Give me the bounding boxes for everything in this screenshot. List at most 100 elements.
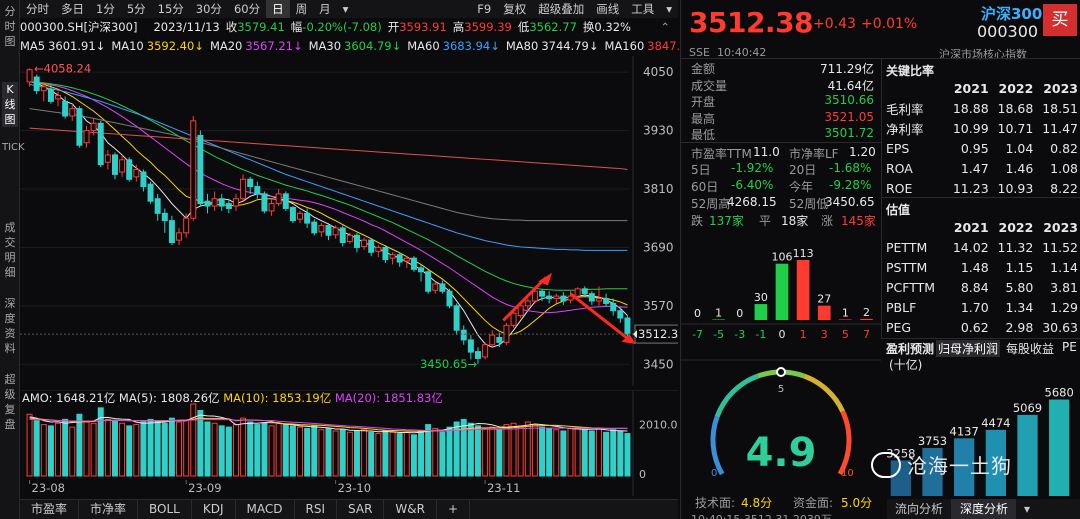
nav-fenshi[interactable]: 分时图 <box>2 4 18 49</box>
period-week[interactable]: 周 <box>290 0 314 18</box>
candle-body <box>26 69 33 83</box>
price-change: +0.43 <box>813 16 856 32</box>
close-label: 收 <box>225 19 238 34</box>
ratios-row: 净利率 10.99 10.71 11.47 <box>886 118 1078 138</box>
forecast-tab-profit[interactable]: 盈利预测 <box>886 340 934 357</box>
tab-flow-analysis[interactable]: 流向分析 <box>887 499 953 519</box>
amo-bar <box>240 417 247 477</box>
valuation-cell: 1.48 <box>960 259 989 275</box>
x-tick-label: 23-11 <box>487 481 520 495</box>
draw-line-button[interactable]: 画线 <box>590 0 625 18</box>
dist-category-label: 3 <box>821 328 828 341</box>
dist-bar <box>860 318 873 320</box>
chevron-up-icon[interactable]: ⌃ <box>660 20 670 34</box>
stat-value: 3501.72 <box>824 126 874 140</box>
forecast-tab-pe[interactable]: PE <box>1062 340 1077 357</box>
ratios-grid: 2021 2022 2023 毛利率 18.88 18.68 18.51 净利率 10.99 10… <box>886 78 1078 198</box>
amo-bar <box>275 422 282 477</box>
ratios-cell: 10.93 <box>997 180 1034 196</box>
tab-kdj[interactable]: KDJ <box>192 500 236 519</box>
candle-body <box>225 203 232 209</box>
valuation-row-label: PETTM <box>886 239 928 255</box>
candle-body <box>261 193 268 212</box>
amo-bar <box>218 425 225 477</box>
tab-rsi[interactable]: RSI <box>295 500 338 519</box>
gauge-arc <box>710 415 725 476</box>
forecast-bar <box>1017 414 1038 496</box>
nav-trade-detail[interactable]: 成交明细 <box>2 220 18 280</box>
fall-count: 137家 <box>709 214 744 228</box>
period-1min[interactable]: 1分 <box>90 0 121 18</box>
ma5-label: MA5 <box>20 38 46 53</box>
candle-body <box>55 95 62 100</box>
period-multiday[interactable]: 多日 <box>55 0 90 18</box>
period-fenshi[interactable]: 分时 <box>20 0 55 18</box>
right-panel: 3512.38 +0.43 +0.01% 沪深300 000300 买 SSE … <box>680 0 1080 519</box>
gauge-arc <box>837 410 852 476</box>
forecast-tab-net-profit[interactable]: 归母净利润 <box>936 340 1001 357</box>
forecast-tab-eps[interactable]: 每股收益 <box>1006 340 1054 357</box>
ratios-table: 2021 2022 2023 毛利率 18.88 18.68 18.51 净利率 10.99 10… <box>886 78 1078 198</box>
ma10-label: MA10 <box>111 38 144 53</box>
candle-body <box>275 193 282 205</box>
tools-button[interactable]: 工具 <box>625 0 660 18</box>
kline-chart[interactable]: 4050 3930 3810 3690 3570 3450 ←4058.24 3450.65→… <box>20 56 678 386</box>
candle-body <box>154 198 161 214</box>
current-price: 3512.38 <box>689 6 814 39</box>
y-tick-label: 3570 <box>643 299 674 313</box>
candle-body <box>624 317 631 335</box>
candle-body <box>147 183 154 202</box>
amo-bar <box>346 431 353 477</box>
period-60min[interactable]: 60分 <box>228 0 266 18</box>
add-tab-button[interactable]: + <box>437 500 471 519</box>
d60-value: -6.40% <box>731 178 774 192</box>
chevron-down-icon[interactable]: ▾ <box>1016 499 1038 519</box>
tools-dropdown[interactable]: ▾ <box>660 0 678 18</box>
candle-body <box>574 288 581 297</box>
nav-kline[interactable]: K线图 <box>2 82 18 127</box>
period-month[interactable]: 月 <box>313 0 337 18</box>
tab-depth-analysis[interactable]: 深度分析 <box>952 499 1017 519</box>
tab-sar[interactable]: SAR <box>337 500 385 519</box>
tab-pe[interactable]: 市盈率 <box>20 500 80 519</box>
amo-bar <box>204 421 211 477</box>
amo-chart[interactable]: 2010.00亿 0 23-08 23-09 23-10 23-11 <box>20 390 678 496</box>
amo-bar <box>560 430 567 477</box>
amo-bar <box>389 431 396 477</box>
tab-macd[interactable]: MACD <box>236 500 295 519</box>
dist-value-label: 1 <box>842 306 849 319</box>
candle-body <box>197 134 204 205</box>
period-day[interactable]: 日 <box>266 0 290 18</box>
gauge-value: 4.9 <box>746 430 817 476</box>
valuation-table: 2021 2022 2023 PETTM 14.02 11.32 11.52 PSTTM 1.4… <box>886 217 1078 337</box>
amo-bar <box>261 422 268 477</box>
nav-super-replay[interactable]: 超级复盘 <box>2 372 18 432</box>
turnover-value: 0.32% <box>594 19 631 34</box>
buy-button[interactable]: 买 <box>1043 4 1077 36</box>
nav-tick[interactable]: TICK <box>2 140 25 155</box>
tab-boll[interactable]: BOLL <box>138 500 192 519</box>
dist-value-label: 113 <box>793 247 814 260</box>
tab-wr[interactable]: W&R <box>384 500 437 519</box>
amo-bar <box>111 420 118 477</box>
ma5-value: 3601.91↓ <box>48 38 106 53</box>
overlay-button[interactable]: 超级叠加 <box>532 0 590 18</box>
dist-bar <box>775 263 789 320</box>
period-more-dropdown[interactable]: ▾ <box>337 0 355 18</box>
restore-rights-button[interactable]: 复权 <box>497 0 532 18</box>
tab-pb[interactable]: 市净率 <box>79 500 139 519</box>
valuation-cell: 2.98 <box>1005 319 1034 335</box>
amo-bar <box>553 429 560 477</box>
low52-value: 3450.65 <box>825 195 875 209</box>
amo-bar <box>603 431 610 477</box>
period-15min[interactable]: 15分 <box>152 0 190 18</box>
ma10-value: 3592.40↓ <box>146 38 204 53</box>
nav-deep-data[interactable]: 深度资料 <box>2 296 18 356</box>
period-30min[interactable]: 30分 <box>190 0 228 18</box>
f9-button[interactable]: F9 <box>471 0 497 18</box>
stat-value: 711.29亿 <box>820 62 874 76</box>
y-tick-label: 4050 <box>643 65 674 79</box>
candle-body <box>496 336 503 343</box>
amo-bar <box>268 425 275 477</box>
period-5min[interactable]: 5分 <box>121 0 152 18</box>
